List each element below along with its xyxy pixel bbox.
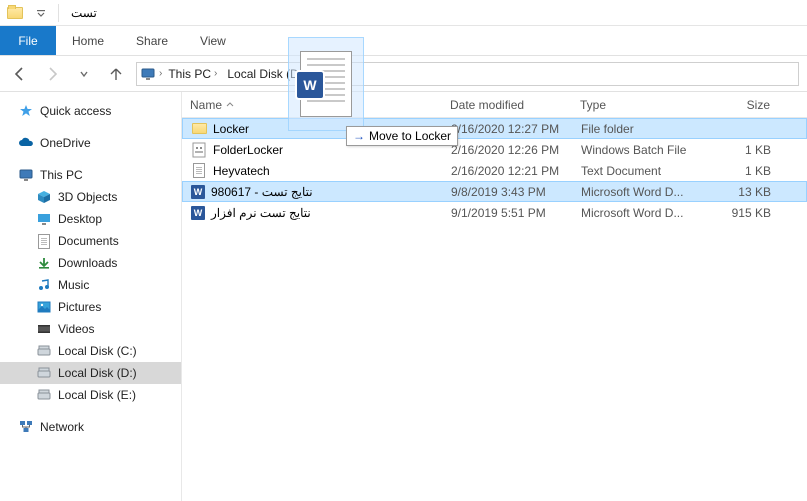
nav-label: 3D Objects bbox=[58, 190, 117, 204]
pc-icon bbox=[18, 167, 34, 183]
nav-label: Videos bbox=[58, 322, 94, 336]
disk-icon bbox=[36, 365, 52, 381]
file-row[interactable]: Locker 2/16/2020 12:27 PMFile folder bbox=[182, 118, 807, 139]
nav-label: Music bbox=[58, 278, 89, 292]
nav-documents[interactable]: Documents bbox=[0, 230, 181, 252]
forward-button[interactable] bbox=[40, 62, 64, 86]
column-headers: Name Date modified Type Size bbox=[182, 92, 807, 118]
file-name: نتایج تست نرم افزار bbox=[211, 206, 311, 220]
nav-quick-access[interactable]: Quick access bbox=[0, 100, 181, 122]
pc-icon bbox=[139, 67, 157, 81]
folder-icon bbox=[4, 2, 26, 24]
network-icon bbox=[18, 419, 34, 435]
file-date: 2/16/2020 12:27 PM bbox=[443, 122, 573, 136]
nav-label: Quick access bbox=[40, 104, 111, 118]
file-type: Windows Batch File bbox=[573, 143, 703, 157]
file-type: Text Document bbox=[573, 164, 703, 178]
music-icon bbox=[36, 277, 52, 293]
breadcrumb[interactable]: › This PC› Local Disk (D:)› bbox=[136, 62, 799, 86]
nav-local-disk-e[interactable]: Local Disk (E:) bbox=[0, 384, 181, 406]
back-button[interactable] bbox=[8, 62, 32, 86]
nav-local-disk-c[interactable]: Local Disk (C:) bbox=[0, 340, 181, 362]
qat-dropdown-icon[interactable] bbox=[30, 2, 52, 24]
file-type: File folder bbox=[573, 122, 703, 136]
file-tab[interactable]: File bbox=[0, 26, 56, 55]
file-type: Microsoft Word D... bbox=[573, 185, 703, 199]
nav-label: Local Disk (E:) bbox=[58, 388, 136, 402]
disk-icon bbox=[36, 387, 52, 403]
nav-pictures[interactable]: Pictures bbox=[0, 296, 181, 318]
nav-videos[interactable]: Videos bbox=[0, 318, 181, 340]
file-size: 915 KB bbox=[703, 206, 783, 220]
file-size: 13 KB bbox=[703, 185, 783, 199]
title-bar: تست bbox=[0, 0, 807, 26]
col-name[interactable]: Name bbox=[182, 98, 442, 112]
file-list: Name Date modified Type Size Locker 2/16/… bbox=[182, 92, 807, 501]
file-row[interactable]: Heyvatech 2/16/2020 12:21 PMText Document… bbox=[182, 160, 807, 181]
batch-file-icon bbox=[191, 142, 207, 158]
nav-label: Documents bbox=[58, 234, 119, 248]
col-date[interactable]: Date modified bbox=[442, 98, 572, 112]
pictures-icon bbox=[36, 299, 52, 315]
nav-network[interactable]: Network bbox=[0, 416, 181, 438]
col-type[interactable]: Type bbox=[572, 98, 702, 112]
crumb-local-disk-d[interactable]: Local Disk (D:)› bbox=[223, 67, 316, 81]
word-icon: W bbox=[191, 185, 205, 199]
nav-label: Pictures bbox=[58, 300, 101, 314]
crumb-this-pc[interactable]: This PC› bbox=[164, 67, 221, 81]
download-icon bbox=[36, 255, 52, 271]
desktop-icon bbox=[36, 211, 52, 227]
videos-icon bbox=[36, 321, 52, 337]
file-date: 2/16/2020 12:26 PM bbox=[443, 143, 573, 157]
recent-dropdown-icon[interactable] bbox=[72, 62, 96, 86]
file-date: 9/8/2019 3:43 PM bbox=[443, 185, 573, 199]
tab-share[interactable]: Share bbox=[120, 26, 184, 55]
file-size: 1 KB bbox=[703, 164, 783, 178]
text-file-icon bbox=[191, 163, 207, 179]
nav-local-disk-d[interactable]: Local Disk (D:) bbox=[0, 362, 181, 384]
nav-this-pc[interactable]: This PC bbox=[0, 164, 181, 186]
sort-asc-icon bbox=[226, 101, 234, 109]
file-type: Microsoft Word D... bbox=[573, 206, 703, 220]
col-size[interactable]: Size bbox=[702, 98, 782, 112]
file-date: 9/1/2019 5:51 PM bbox=[443, 206, 573, 220]
nav-label: Network bbox=[40, 420, 84, 434]
nav-label: Desktop bbox=[58, 212, 102, 226]
cube-icon bbox=[36, 189, 52, 205]
up-button[interactable] bbox=[104, 62, 128, 86]
nav-label: Local Disk (C:) bbox=[58, 344, 137, 358]
file-row[interactable]: FolderLocker 2/16/2020 12:26 PMWindows Ba… bbox=[182, 139, 807, 160]
nav-onedrive[interactable]: OneDrive bbox=[0, 132, 181, 154]
address-bar: › This PC› Local Disk (D:)› bbox=[0, 56, 807, 92]
file-date: 2/16/2020 12:21 PM bbox=[443, 164, 573, 178]
documents-icon bbox=[36, 233, 52, 249]
nav-3d-objects[interactable]: 3D Objects bbox=[0, 186, 181, 208]
disk-icon bbox=[36, 343, 52, 359]
file-name: Heyvatech bbox=[213, 164, 270, 178]
star-icon bbox=[18, 103, 34, 119]
nav-desktop[interactable]: Desktop bbox=[0, 208, 181, 230]
file-name: Locker bbox=[213, 122, 249, 136]
tab-home[interactable]: Home bbox=[56, 26, 120, 55]
folder-icon bbox=[191, 121, 207, 137]
tab-view[interactable]: View bbox=[184, 26, 242, 55]
chevron-right-icon[interactable]: › bbox=[159, 68, 162, 79]
word-icon: W bbox=[191, 206, 205, 220]
nav-label: Local Disk (D:) bbox=[58, 366, 137, 380]
file-row[interactable]: W 980617 - نتایج تست 9/8/2019 3:43 PMMicro… bbox=[182, 181, 807, 202]
ribbon-tabs: File Home Share View bbox=[0, 26, 807, 56]
window-title: تست bbox=[65, 6, 97, 20]
cloud-icon bbox=[18, 135, 34, 151]
nav-downloads[interactable]: Downloads bbox=[0, 252, 181, 274]
nav-label: This PC bbox=[40, 168, 83, 182]
nav-music[interactable]: Music bbox=[0, 274, 181, 296]
nav-label: OneDrive bbox=[40, 136, 91, 150]
file-name: 980617 - نتایج تست bbox=[211, 185, 313, 199]
file-size: 1 KB bbox=[703, 143, 783, 157]
navigation-pane: Quick access OneDrive This PC 3D Objects… bbox=[0, 92, 182, 501]
nav-label: Downloads bbox=[58, 256, 117, 270]
file-name: FolderLocker bbox=[213, 143, 283, 157]
file-row[interactable]: W نتایج تست نرم افزار 9/1/2019 5:51 PMMicr… bbox=[182, 202, 807, 223]
